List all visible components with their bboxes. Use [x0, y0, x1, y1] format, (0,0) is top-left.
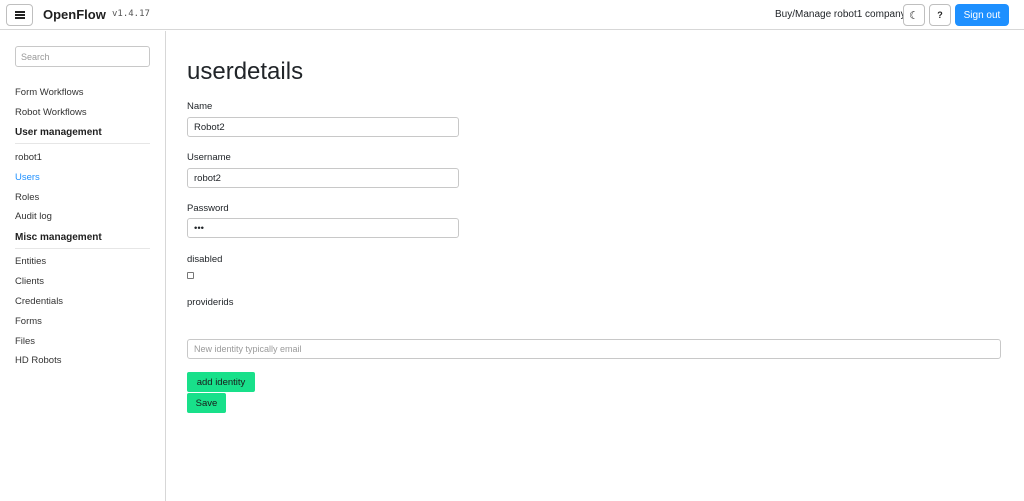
sidebar-item-robot-workflows[interactable]: Robot Workflows — [15, 107, 87, 118]
name-label: Name — [187, 101, 213, 112]
search-placeholder: Search — [21, 51, 50, 62]
user-management-header: User management — [15, 127, 150, 144]
sidebar: Search Form Workflows Robot Workflows Us… — [0, 31, 166, 501]
moon-icon: ☾ — [909, 9, 919, 22]
menu-toggle-button[interactable] — [6, 4, 33, 26]
new-identity-input[interactable]: New identity typically email — [187, 339, 1001, 359]
app-version: v1.4.17 — [112, 9, 150, 19]
name-value: Robot2 — [194, 121, 225, 133]
username-value: robot2 — [194, 172, 221, 184]
main-content: userdetails Name Robot2 Username robot2 … — [166, 31, 1024, 501]
page-title: userdetails — [187, 58, 304, 85]
sidebar-item-form-workflows[interactable]: Form Workflows — [15, 87, 83, 98]
theme-toggle-button[interactable]: ☾ — [903, 4, 925, 26]
sidebar-item-audit-log[interactable]: Audit log — [15, 211, 52, 222]
sidebar-item-robot1[interactable]: robot1 — [15, 152, 42, 163]
username-label: Username — [187, 152, 231, 163]
sidebar-item-roles[interactable]: Roles — [15, 192, 39, 203]
password-label: Password — [187, 203, 229, 214]
name-input[interactable]: Robot2 — [187, 117, 459, 137]
add-identity-button[interactable]: add identity — [187, 372, 255, 392]
save-button[interactable]: Save — [187, 393, 226, 413]
sidebar-item-credentials[interactable]: Credentials — [15, 296, 63, 307]
sidebar-item-entities[interactable]: Entities — [15, 256, 46, 267]
hamburger-icon — [14, 11, 25, 19]
top-navbar: OpenFlow v1.4.17 Buy/Manage robot1 compa… — [0, 0, 1024, 30]
misc-management-header: Misc management — [15, 232, 150, 249]
sign-out-button[interactable]: Sign out — [955, 4, 1009, 26]
providerids-label: providerids — [187, 297, 234, 308]
app-brand[interactable]: OpenFlow — [43, 7, 106, 22]
help-icon: ? — [937, 10, 943, 20]
identity-placeholder: New identity typically email — [194, 344, 302, 354]
search-input[interactable]: Search — [15, 46, 150, 67]
disabled-checkbox[interactable] — [187, 272, 194, 279]
sidebar-item-clients[interactable]: Clients — [15, 276, 44, 287]
buy-manage-link[interactable]: Buy/Manage robot1 company — [775, 9, 906, 20]
sidebar-item-forms[interactable]: Forms — [15, 316, 42, 327]
sidebar-item-files[interactable]: Files — [15, 336, 35, 347]
password-input[interactable]: ••• — [187, 218, 459, 238]
sidebar-item-hd-robots[interactable]: HD Robots — [15, 355, 61, 366]
sidebar-item-users[interactable]: Users — [15, 172, 40, 183]
username-input[interactable]: robot2 — [187, 168, 459, 188]
password-value: ••• — [194, 222, 204, 234]
disabled-label: disabled — [187, 254, 223, 265]
help-button[interactable]: ? — [929, 4, 951, 26]
